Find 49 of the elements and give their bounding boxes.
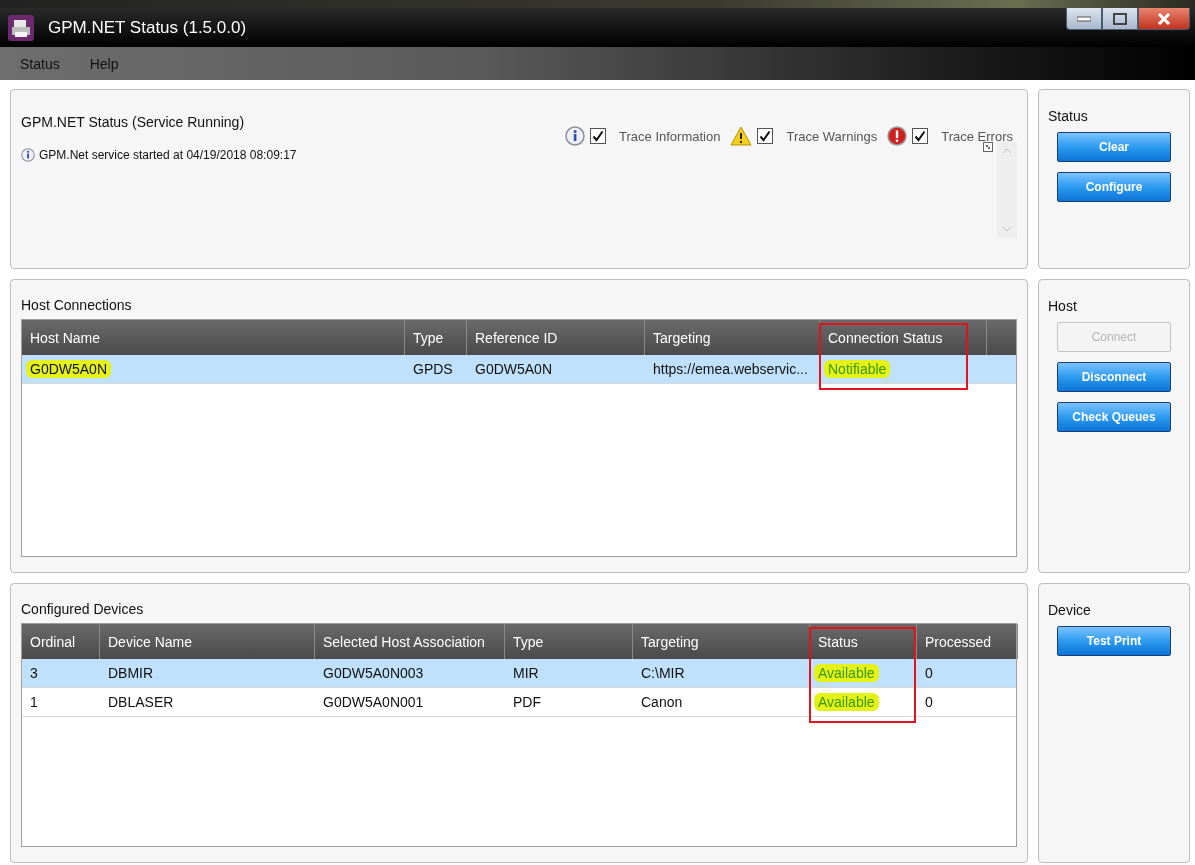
minimize-icon: [1077, 15, 1091, 22]
panel-title: Configured Devices: [21, 601, 145, 617]
table-cell: C:\MIR: [641, 665, 685, 681]
minimize-button[interactable]: [1066, 8, 1102, 30]
table-row[interactable]: 1 DBLASER G0DW5A0N001 PDF Canon Available 0: [22, 688, 1016, 717]
panel-title: Device: [1047, 602, 1091, 618]
table-cell: DBMIR: [108, 665, 154, 681]
close-button[interactable]: [1138, 8, 1190, 30]
highlighted-text: Available: [814, 693, 879, 711]
table-cell: G0DW5A0N001: [323, 694, 424, 710]
table-cell: 0: [925, 694, 933, 710]
table-cell: Canon: [641, 694, 683, 710]
highlighted-text: G0DW5A0N: [26, 360, 112, 378]
table-cell: G0DW5A0N003: [323, 665, 424, 681]
table-cell: MIR: [513, 665, 539, 681]
maximize-button[interactable]: [1102, 8, 1138, 30]
error-icon: [887, 126, 908, 146]
close-icon: [1157, 12, 1171, 25]
highlighted-text: Available: [814, 664, 879, 682]
panel-title: Host Connections: [21, 297, 133, 313]
log-message: GPM.Net service started at 04/19/2018 08:09:17: [39, 148, 297, 162]
table-cell: https://emea.webservic...: [653, 361, 808, 377]
table-cell: 3: [30, 665, 38, 681]
table-row[interactable]: G0DW5A0N GPDS G0DW5A0N https://emea.webservic... Notifiable: [22, 355, 1016, 384]
table-cell: 1: [30, 694, 38, 710]
highlighted-text: Notifiable: [824, 360, 891, 378]
checkbox[interactable]: [757, 128, 774, 144]
checkbox-label: Trace Warnings: [786, 128, 878, 144]
checkbox-label: Trace Errors: [941, 128, 1013, 144]
table-cell: G0DW5A0N: [475, 361, 553, 377]
printer-icon: [8, 14, 34, 41]
panel-title: Host: [1047, 298, 1077, 314]
window-title: GPM.NET Status (1.5.0.0): [48, 17, 247, 38]
copy-icon[interactable]: [983, 142, 993, 152]
info-icon: [565, 126, 586, 146]
table-cell: PDF: [513, 694, 541, 710]
info-icon: [21, 148, 35, 162]
table-cell: GPDS: [413, 361, 453, 377]
table-row[interactable]: 3 DBMIR G0DW5A0N003 MIR C:\MIR Available 0: [22, 659, 1016, 688]
table-cell: DBLASER: [108, 694, 174, 710]
checkbox[interactable]: [912, 128, 929, 144]
menu-item[interactable]: Status: [12, 52, 68, 75]
checkbox-label: Trace Information: [619, 128, 721, 144]
checkbox[interactable]: [590, 128, 607, 144]
maximize-icon: [1113, 12, 1127, 25]
table-cell: 0: [925, 665, 933, 681]
panel-title: GPM.NET Status (Service Running): [21, 114, 246, 130]
warning-icon: [730, 126, 753, 146]
panel-title: Status: [1047, 108, 1088, 124]
